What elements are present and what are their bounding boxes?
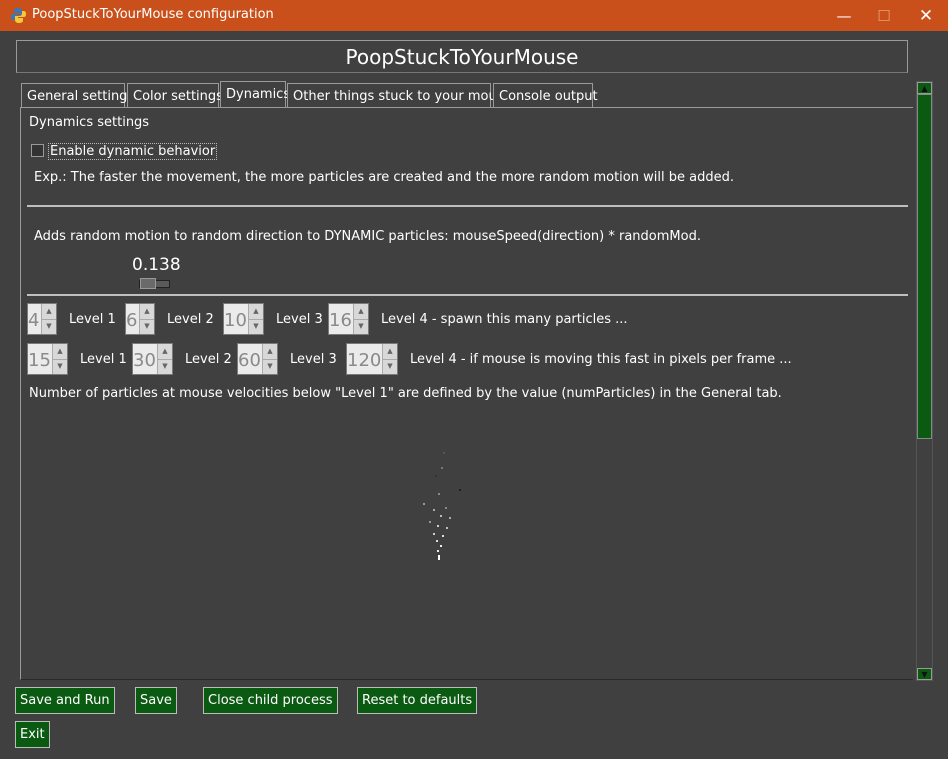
spin-down-icon[interactable]: ▼: [249, 319, 263, 334]
enable-dynamic-checkbox[interactable]: [31, 144, 44, 157]
spinbox-value: 15: [28, 350, 51, 371]
tab-other-things[interactable]: Other things stuck to your mouse: [287, 83, 511, 107]
particles-level2-spinbox[interactable]: 6 ▲ ▼: [125, 303, 155, 335]
particles-level1-spinbox[interactable]: 4 ▲ ▼: [27, 303, 57, 335]
speed-level4-label: Level 4 - if mouse is moving this fast i…: [410, 352, 792, 367]
speed-level2-label: Level 2: [185, 352, 232, 367]
separator: [27, 294, 908, 296]
reset-to-defaults-button[interactable]: Reset to defaults: [357, 687, 478, 714]
minimize-icon[interactable]: —: [824, 0, 864, 31]
tab-general-settings[interactable]: General settings: [21, 83, 134, 107]
close-icon[interactable]: ✕: [906, 0, 946, 31]
speed-level1-spinbox[interactable]: 15 ▲ ▼: [27, 343, 68, 375]
spinbox-value: 4: [28, 310, 40, 331]
spinbox-value: 30: [133, 350, 156, 371]
enable-dynamic-label[interactable]: Enable dynamic behavior: [48, 143, 218, 160]
particles-level3-label: Level 3: [276, 312, 323, 327]
spin-up-icon[interactable]: ▲: [53, 344, 67, 360]
tab-dynamics[interactable]: Dynamics: [220, 81, 290, 108]
tab-console-output[interactable]: Console output: [493, 83, 598, 107]
spin-down-icon[interactable]: ▼: [42, 319, 56, 334]
python-app-icon: [11, 8, 26, 23]
slider-handle[interactable]: [140, 278, 156, 289]
save-and-run-button[interactable]: Save and Run: [15, 687, 115, 714]
scrollbar-thumb[interactable]: [917, 94, 932, 439]
spin-up-icon[interactable]: ▲: [249, 304, 263, 320]
particles-level4-label: Level 4 - spawn this many particles ...: [381, 312, 628, 327]
scroll-down-icon[interactable]: ▼: [917, 668, 932, 680]
speed-level1-label: Level 1: [80, 352, 127, 367]
section-title: Dynamics settings: [29, 115, 150, 130]
random-mod-value: 0.138: [132, 255, 181, 275]
speed-level3-spinbox[interactable]: 60 ▲ ▼: [237, 343, 278, 375]
page-title: PoopStuckToYourMouse: [16, 40, 908, 73]
particle-preview: [415, 445, 475, 565]
spin-up-icon[interactable]: ▲: [354, 304, 368, 320]
spinbox-value: 6: [126, 310, 138, 331]
close-child-process-button[interactable]: Close child process: [203, 687, 338, 714]
speed-level2-spinbox[interactable]: 30 ▲ ▼: [132, 343, 173, 375]
maximize-icon[interactable]: ☐: [864, 0, 904, 31]
particles-level4-spinbox[interactable]: 16 ▲ ▼: [328, 303, 369, 335]
spin-up-icon[interactable]: ▲: [263, 344, 277, 360]
save-button[interactable]: Save: [135, 687, 177, 714]
footnote-text: Number of particles at mouse velocities …: [29, 386, 782, 401]
spin-up-icon[interactable]: ▲: [383, 344, 397, 360]
exit-button[interactable]: Exit: [15, 721, 50, 748]
window-title: PoopStuckToYourMouse configuration: [32, 7, 274, 22]
spin-down-icon[interactable]: ▼: [140, 319, 154, 334]
tab-color-settings[interactable]: Color settings: [127, 83, 223, 107]
spin-down-icon[interactable]: ▼: [354, 319, 368, 334]
speed-level4-spinbox[interactable]: 120 ▲ ▼: [346, 343, 398, 375]
spin-down-icon[interactable]: ▼: [53, 359, 67, 374]
spin-up-icon[interactable]: ▲: [42, 304, 56, 320]
spinbox-value: 10: [224, 310, 247, 331]
window-titlebar: PoopStuckToYourMouse configuration — ☐ ✕: [0, 0, 948, 31]
speed-level3-label: Level 3: [290, 352, 337, 367]
explanation-text: Exp.: The faster the movement, the more …: [34, 170, 734, 185]
separator: [27, 205, 908, 207]
particles-level3-spinbox[interactable]: 10 ▲ ▼: [223, 303, 264, 335]
particles-level2-label: Level 2: [167, 312, 214, 327]
random-motion-text: Adds random motion to random direction t…: [34, 229, 701, 244]
particles-level1-label: Level 1: [69, 312, 116, 327]
spinbox-value: 120: [347, 350, 382, 371]
spinbox-value: 60: [238, 350, 261, 371]
spin-up-icon[interactable]: ▲: [140, 304, 154, 320]
spin-down-icon[interactable]: ▼: [158, 359, 172, 374]
spinbox-value: 16: [329, 310, 352, 331]
spin-up-icon[interactable]: ▲: [158, 344, 172, 360]
spin-down-icon[interactable]: ▼: [263, 359, 277, 374]
vertical-scrollbar[interactable]: ▲ ▼: [916, 81, 933, 681]
spin-down-icon[interactable]: ▼: [383, 359, 397, 374]
scroll-up-icon[interactable]: ▲: [917, 82, 932, 94]
